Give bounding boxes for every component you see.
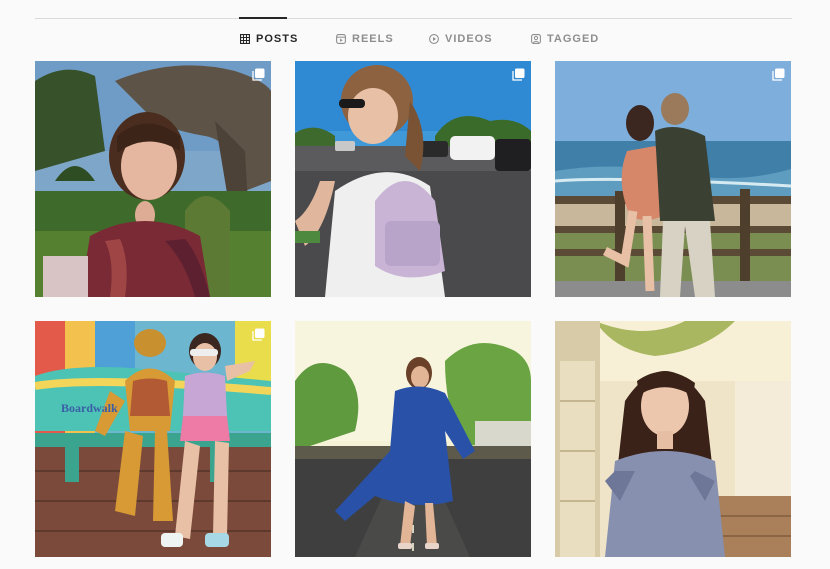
grid-icon — [240, 34, 250, 44]
profile-tabs-divider — [35, 18, 792, 19]
tab-reels[interactable]: REELS — [336, 33, 394, 45]
tagged-user-icon — [531, 34, 541, 44]
multiple-photos-icon — [772, 68, 785, 81]
post-photo — [295, 321, 531, 557]
tab-tagged-label: TAGGED — [547, 33, 600, 45]
reels-icon — [336, 34, 346, 44]
tab-reels-label: REELS — [352, 33, 394, 45]
post-photo — [35, 61, 271, 297]
post-photo — [35, 321, 271, 557]
post-photo — [555, 321, 791, 557]
post-thumbnail[interactable] — [35, 61, 271, 297]
multiple-photos-icon — [252, 68, 265, 81]
profile-tabs: POSTS REELS VIDEOS TAGGED — [0, 33, 830, 49]
multiple-photos-icon — [252, 328, 265, 341]
post-photo — [555, 61, 791, 297]
post-thumbnail[interactable] — [295, 321, 531, 557]
tab-videos[interactable]: VIDEOS — [429, 33, 493, 45]
post-thumbnail[interactable] — [295, 61, 531, 297]
tab-tagged[interactable]: TAGGED — [531, 33, 599, 45]
tab-posts[interactable]: POSTS — [240, 33, 298, 45]
boardwalk-sign-text: Boardwalk — [61, 401, 118, 415]
tab-posts-label: POSTS — [256, 33, 299, 45]
active-tab-indicator — [239, 17, 287, 19]
tab-videos-label: VIDEOS — [445, 33, 493, 45]
multiple-photos-icon — [512, 68, 525, 81]
post-thumbnail[interactable]: Boardwalk — [35, 321, 271, 557]
post-photo — [295, 61, 531, 297]
post-thumbnail[interactable] — [555, 321, 791, 557]
post-thumbnail[interactable] — [555, 61, 791, 297]
play-circle-icon — [429, 34, 439, 44]
